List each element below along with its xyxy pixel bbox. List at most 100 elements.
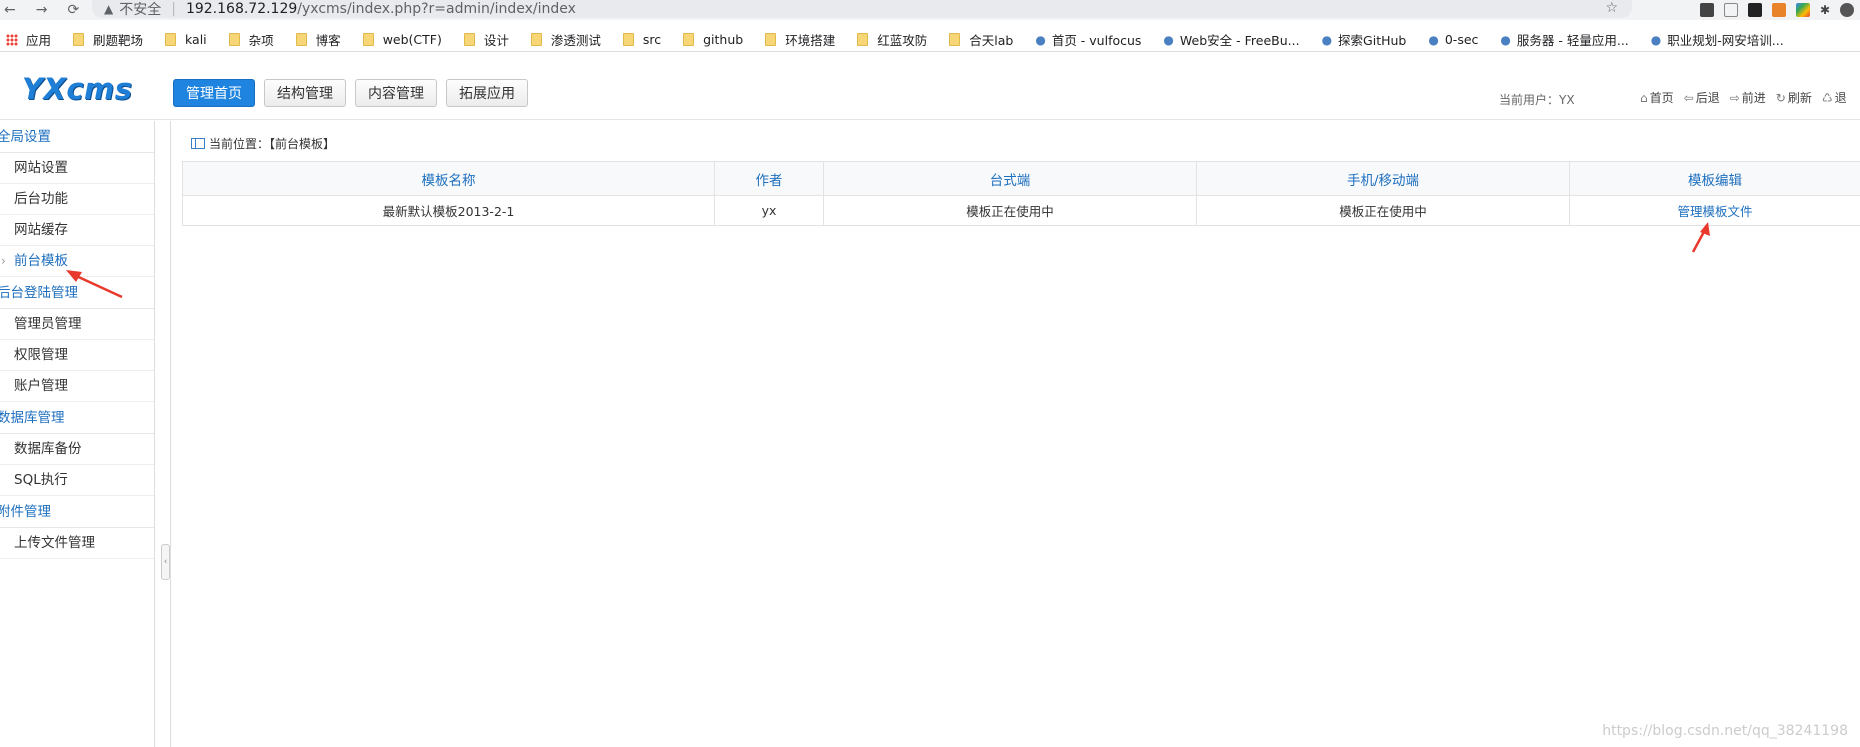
- mobile-status-cell: 模板正在使用中: [1196, 195, 1570, 226]
- bookmark-item[interactable]: 应用: [6, 30, 51, 49]
- bookmark-item[interactable]: src: [622, 32, 661, 47]
- chevron-right-icon: ›: [1, 254, 6, 268]
- right-arrow-icon: ⇨: [1729, 91, 1740, 105]
- quick-forward-link[interactable]: ⇨ 前进: [1730, 89, 1766, 106]
- folder-icon: [463, 33, 475, 46]
- bookmark-item[interactable]: 设计: [463, 30, 509, 49]
- separator: |: [171, 1, 176, 17]
- bookmark-item[interactable]: 博客: [295, 30, 341, 49]
- bookmark-item[interactable]: kali: [165, 32, 207, 47]
- insecure-label: 不安全: [119, 2, 162, 18]
- sidebar-collapse-handle[interactable]: ‹: [161, 544, 170, 580]
- nav-structure-button[interactable]: 结构管理: [264, 79, 346, 107]
- folder-icon: [530, 33, 542, 46]
- bookmark-star-icon[interactable]: ☆: [1605, 0, 1618, 16]
- extension-icon[interactable]: [1747, 3, 1762, 17]
- bookmark-item[interactable]: 合天lab: [949, 30, 1013, 49]
- sidebar-item[interactable]: 管理员管理: [0, 309, 154, 340]
- bookmark-item[interactable]: 环境搭建: [765, 30, 835, 49]
- table-header-row: 模板名称 作者 台式端 手机/移动端 模板编辑: [182, 161, 1860, 196]
- sidebar-item-label: 账户管理: [14, 378, 68, 394]
- bookmark-item[interactable]: ● 0-sec: [1428, 32, 1478, 47]
- nav-admin-home-button[interactable]: 管理首页: [173, 79, 255, 107]
- bookmark-label: 杂项: [248, 33, 274, 48]
- bookmark-label: 环境搭建: [785, 33, 836, 48]
- template-name-cell: 最新默认模板2013-2-1: [182, 195, 715, 226]
- sidebar-item[interactable]: SQL执行: [0, 465, 154, 496]
- site-favicon-icon: ●: [1500, 32, 1511, 47]
- bookmark-item[interactable]: ● 服务器 - 轻量应用...: [1500, 30, 1628, 49]
- col-author: 作者: [714, 161, 824, 196]
- url-path: /yxcms/index.php?r=admin/index/index: [297, 1, 576, 17]
- top-nav: 管理首页 结构管理 内容管理 拓展应用: [173, 79, 528, 107]
- sidebar-section-title[interactable]: 附件管理: [0, 496, 154, 528]
- main-panel: 当前位置：【前台模板】 模板名称 作者 台式端 手机/移动端 模板编辑 最新默认…: [170, 121, 1860, 747]
- bookmarks-bar: 应用 刷题靶场 kali 杂项 博客 web(CTF) 设计 渗透测试 src github 环境搭…: [0, 28, 1860, 52]
- puzzle-icon[interactable]: ✱: [1820, 3, 1830, 17]
- sidebar-item[interactable]: 权限管理: [0, 340, 154, 371]
- extension-icon[interactable]: [1699, 3, 1714, 17]
- folder-icon: [165, 33, 177, 46]
- extension-icon[interactable]: [1795, 3, 1810, 17]
- bookmark-item[interactable]: 杂项: [228, 30, 274, 49]
- profile-icon[interactable]: [1840, 3, 1854, 17]
- forward-arrow-icon[interactable]: →: [36, 2, 48, 18]
- bookmark-item[interactable]: 渗透测试: [530, 30, 601, 49]
- bookmark-label: 红蓝攻防: [877, 33, 928, 48]
- sidebar-item[interactable]: 后台功能: [0, 184, 154, 215]
- template-table: 模板名称 作者 台式端 手机/移动端 模板编辑 最新默认模板2013-2-1 y…: [182, 161, 1860, 226]
- bookmark-label: 职业规划-网安培训...: [1667, 33, 1784, 48]
- bookmark-item[interactable]: 红蓝攻防: [857, 30, 927, 49]
- folder-icon: [765, 33, 777, 46]
- bookmark-item[interactable]: web(CTF): [362, 32, 442, 47]
- col-template-name: 模板名称: [182, 161, 715, 196]
- nav-content-button[interactable]: 内容管理: [355, 79, 437, 107]
- bookmark-item[interactable]: ● 探索GitHub: [1322, 30, 1407, 49]
- table-row: 最新默认模板2013-2-1 yx 模板正在使用中 模板正在使用中 管理模板文件: [182, 195, 1860, 226]
- sidebar-item[interactable]: 上传文件管理: [0, 528, 154, 559]
- site-favicon-icon: ●: [1035, 32, 1046, 47]
- sidebar-item[interactable]: 账户管理: [0, 371, 154, 402]
- reload-icon[interactable]: ⟳: [67, 2, 79, 18]
- address-bar[interactable]: ▲ 不安全 | 192.168.72.129/yxcms/index.php?r…: [92, 0, 1632, 18]
- extension-icon[interactable]: [1771, 3, 1786, 17]
- quick-back-link[interactable]: ⇦ 后退: [1684, 89, 1720, 106]
- yxcms-logo[interactable]: YXcms: [22, 72, 133, 106]
- bookmark-item[interactable]: 刷题靶场: [73, 30, 143, 49]
- folder-icon: [295, 33, 307, 46]
- layout-icon: [191, 138, 205, 149]
- back-arrow-icon[interactable]: ←: [4, 2, 16, 18]
- nav-extensions-button[interactable]: 拓展应用: [446, 79, 528, 107]
- folder-icon: [362, 33, 374, 46]
- sidebar-section-title[interactable]: 全局设置: [0, 121, 154, 153]
- sidebar-item-label: SQL执行: [14, 472, 68, 488]
- site-favicon-icon: ●: [1650, 32, 1662, 47]
- bookmark-item[interactable]: ● Web安全 - FreeBu...: [1163, 30, 1299, 49]
- bookmark-label: 0-sec: [1444, 32, 1479, 47]
- sidebar-item-label: 管理员管理: [14, 316, 82, 332]
- bookmark-label: 渗透测试: [550, 33, 601, 48]
- site-favicon-icon: ●: [1321, 32, 1333, 47]
- quick-logout-link[interactable]: ♺ 退: [1822, 89, 1847, 106]
- cms-header: YXcms 管理首页 结构管理 内容管理 拓展应用 当前用户：YX ⌂ 首页 ⇦ 后…: [0, 66, 1860, 120]
- col-desktop: 台式端: [823, 161, 1197, 196]
- sidebar-item[interactable]: 网站设置: [0, 153, 154, 184]
- bookmark-label: 博客: [315, 33, 341, 48]
- col-template-edit: 模板编辑: [1569, 161, 1860, 196]
- extension-icon[interactable]: [1723, 3, 1738, 17]
- manage-template-files-link[interactable]: 管理模板文件: [1677, 204, 1752, 219]
- sidebar-item-label: 上传文件管理: [14, 535, 95, 551]
- folder-icon: [622, 33, 634, 46]
- sidebar-item[interactable]: 数据库备份: [0, 434, 154, 465]
- sidebar-item-label: 网站设置: [14, 160, 68, 176]
- left-arrow-icon: ⇦: [1683, 91, 1694, 105]
- extensions-area: ✱: [1699, 0, 1854, 20]
- bookmark-item[interactable]: github: [683, 32, 743, 47]
- quick-home-link[interactable]: ⌂ 首页: [1640, 89, 1674, 106]
- bookmark-item[interactable]: ● 首页 - vulfocus: [1035, 30, 1141, 49]
- sidebar-section-title[interactable]: 数据库管理: [0, 402, 154, 434]
- sidebar-item[interactable]: 网站缓存: [0, 215, 154, 246]
- quick-links: ⌂ 首页 ⇦ 后退 ⇨ 前进 ↻ 刷新 ♺ 退: [1640, 89, 1847, 106]
- quick-refresh-link[interactable]: ↻ 刷新: [1776, 89, 1812, 106]
- bookmark-item[interactable]: ● 职业规划-网安培训...: [1651, 30, 1784, 49]
